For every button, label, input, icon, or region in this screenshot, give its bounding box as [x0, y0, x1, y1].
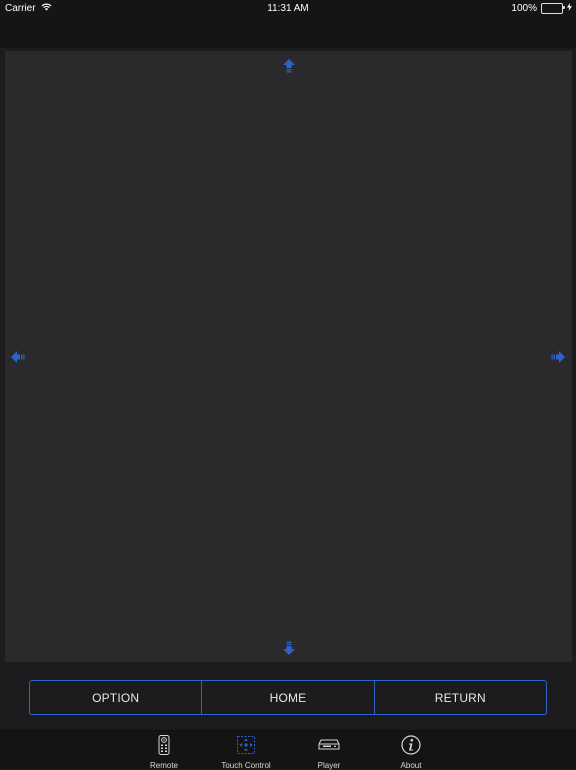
charging-icon: [567, 3, 572, 14]
tab-label-player: Player: [317, 761, 341, 770]
tab-bar: Remote Touch Control Player About: [0, 730, 576, 770]
arrow-up-icon[interactable]: [283, 59, 295, 73]
tab-about[interactable]: About: [376, 734, 446, 770]
tab-label-about: About: [400, 761, 422, 770]
status-bar: Carrier 11:31 AM 100%: [0, 0, 576, 18]
option-button[interactable]: OPTION: [30, 681, 201, 714]
about-icon: [401, 734, 421, 756]
battery-percent: 100%: [511, 3, 537, 14]
arrow-down-icon[interactable]: [283, 641, 295, 655]
battery-icon: [541, 3, 565, 14]
home-button[interactable]: HOME: [201, 681, 373, 714]
arrow-right-icon[interactable]: [551, 351, 565, 363]
tab-touch-control[interactable]: Touch Control: [211, 734, 281, 770]
touch-control-icon: [237, 734, 255, 756]
remote-icon: [158, 734, 170, 756]
tab-remote[interactable]: Remote: [129, 734, 199, 770]
tab-label-touch-control: Touch Control: [221, 761, 271, 770]
control-buttons: OPTION HOME RETURN: [29, 680, 547, 715]
touch-control-pad[interactable]: [5, 51, 572, 662]
status-time: 11:31 AM: [267, 3, 309, 14]
battery-group: 100%: [511, 3, 572, 14]
arrow-left-icon[interactable]: [11, 351, 25, 363]
return-button[interactable]: RETURN: [373, 681, 546, 714]
tab-label-remote: Remote: [149, 761, 178, 770]
navigation-bar: [0, 18, 576, 48]
player-icon: [318, 734, 340, 756]
tab-player[interactable]: Player: [294, 734, 364, 770]
